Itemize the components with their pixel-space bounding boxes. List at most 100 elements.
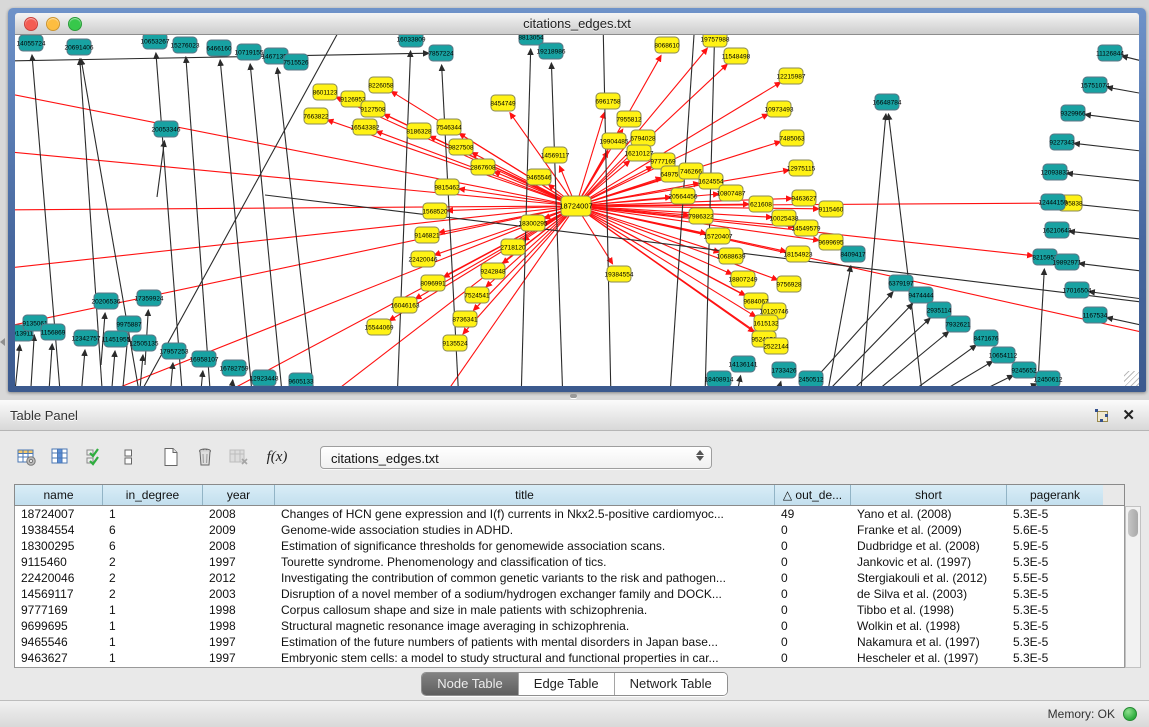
network-node[interactable]: 14569117	[541, 147, 570, 163]
network-node[interactable]: 8601123	[313, 84, 338, 100]
table-row[interactable]: 2242004622012Investigating the contribut…	[15, 570, 1124, 586]
table-cell[interactable]: 2008	[203, 506, 275, 522]
table-cell[interactable]: 1	[103, 506, 203, 522]
table-cell[interactable]: Structural magnetic resonance image aver…	[275, 618, 775, 634]
table-select-dropdown[interactable]: citations_edges.txt	[320, 446, 712, 469]
table-cell[interactable]: Disruption of a novel member of a sodium…	[275, 586, 775, 602]
table-cell[interactable]: 1998	[203, 618, 275, 634]
network-node[interactable]: 7955812	[616, 111, 642, 127]
network-node[interactable]: 17359924	[135, 290, 164, 306]
network-node[interactable]: 7546344	[436, 119, 462, 135]
network-node[interactable]: 8471676	[973, 330, 999, 346]
delete-column-button[interactable]	[192, 444, 218, 470]
table-cell[interactable]: 18724007	[15, 506, 103, 522]
table-cell[interactable]: Changes of HCN gene expression and I(f) …	[275, 506, 775, 522]
table-row[interactable]: 977716911998Corpus callosum shape and si…	[15, 602, 1124, 618]
network-node[interactable]: 14136141	[729, 356, 758, 372]
table-cell[interactable]: 5.9E-5	[1007, 538, 1103, 554]
network-node[interactable]: 16782759	[220, 360, 249, 376]
network-window-titlebar[interactable]: citations_edges.txt	[15, 13, 1139, 35]
close-panel-icon[interactable]: ✕	[1122, 409, 1135, 422]
network-node[interactable]: 10653267	[141, 35, 170, 49]
table-cell[interactable]: 1997	[203, 650, 275, 666]
table-cell[interactable]: 5.3E-5	[1007, 618, 1103, 634]
table-cell[interactable]: 5.3E-5	[1007, 586, 1103, 602]
table-cell[interactable]: 9699695	[15, 618, 103, 634]
network-node[interactable]: 18154923	[784, 246, 813, 262]
network-node[interactable]: 10654112	[989, 347, 1018, 363]
column-header-pagerank[interactable]: pagerank	[1007, 485, 1103, 505]
column-header-short[interactable]: short	[851, 485, 1007, 505]
table-cell[interactable]: 1	[103, 650, 203, 666]
table-cell[interactable]: 2	[103, 570, 203, 586]
network-node[interactable]: 16958107	[190, 351, 219, 367]
table-row[interactable]: 946362711997Embryonic stem cells: a mode…	[15, 650, 1124, 666]
table-cell[interactable]: 9115460	[15, 554, 103, 570]
table-row[interactable]: 969969511998Structural magnetic resonanc…	[15, 618, 1124, 634]
network-node[interactable]: 8226058	[368, 77, 394, 93]
network-node[interactable]: 11451955	[102, 331, 131, 347]
network-node[interactable]: 6794028	[630, 130, 656, 146]
network-node[interactable]: 9699695	[818, 234, 844, 250]
table-cell[interactable]: 19384554	[15, 522, 103, 538]
network-node[interactable]: 12975115	[787, 160, 816, 176]
tab-node-table[interactable]: Node Table	[422, 673, 518, 695]
table-cell[interactable]: 14569117	[15, 586, 103, 602]
table-cell[interactable]: 0	[775, 538, 851, 554]
network-node[interactable]: 7663822	[303, 108, 329, 124]
tab-network-table[interactable]: Network Table	[614, 673, 727, 695]
table-cell[interactable]: 9463627	[15, 650, 103, 666]
table-scrollbar[interactable]	[1125, 506, 1141, 668]
table-cell[interactable]: Yano et al. (2008)	[851, 506, 1007, 522]
network-node[interactable]: 9975887	[116, 316, 142, 332]
network-node[interactable]: 20206536	[92, 293, 121, 309]
network-node[interactable]: 18724007	[559, 196, 592, 216]
network-view[interactable]: 1872400776638228601123912695282260589127…	[15, 35, 1139, 386]
table-cell[interactable]: 6	[103, 538, 203, 554]
table-cell[interactable]: 2008	[203, 538, 275, 554]
network-node[interactable]: 9227343	[1049, 134, 1075, 150]
network-node[interactable]: 12923448	[250, 370, 279, 386]
network-node[interactable]: 9329966	[1060, 105, 1086, 121]
network-node[interactable]: 9756928	[776, 276, 802, 292]
network-node[interactable]: 7986322	[688, 208, 714, 224]
table-cell[interactable]: 0	[775, 554, 851, 570]
table-cell[interactable]: 0	[775, 634, 851, 650]
table-cell[interactable]: 2003	[203, 586, 275, 602]
network-node[interactable]: 12444159	[1039, 194, 1068, 210]
table-cell[interactable]: 0	[775, 570, 851, 586]
column-header-year[interactable]: year	[203, 485, 275, 505]
network-node[interactable]: 19757988	[701, 35, 730, 47]
network-node[interactable]: 10807487	[717, 185, 746, 201]
table-cell[interactable]: 9777169	[15, 602, 103, 618]
network-node[interactable]: 20053346	[152, 121, 181, 137]
network-node[interactable]: 12215987	[777, 68, 806, 84]
table-cell[interactable]: 5.3E-5	[1007, 554, 1103, 570]
network-node[interactable]: 15720407	[704, 228, 733, 244]
network-node[interactable]: 1156869	[41, 324, 66, 340]
window-resize-grip[interactable]	[1124, 371, 1139, 386]
table-cell[interactable]: 0	[775, 586, 851, 602]
table-cell[interactable]: 5.5E-5	[1007, 570, 1103, 586]
network-node[interactable]: 621608	[749, 196, 773, 212]
minimize-window-icon[interactable]	[46, 17, 60, 31]
table-cell[interactable]: 5.6E-5	[1007, 522, 1103, 538]
table-cell[interactable]: Nakamura et al. (1997)	[851, 634, 1007, 650]
table-cell[interactable]: 1997	[203, 634, 275, 650]
zoom-window-icon[interactable]	[68, 17, 82, 31]
table-cell[interactable]: Investigating the contribution of common…	[275, 570, 775, 586]
column-header-title[interactable]: title	[275, 485, 775, 505]
table-mode-button[interactable]	[14, 444, 40, 470]
table-cell[interactable]: 1	[103, 602, 203, 618]
table-cell[interactable]: Jankovic et al. (1997)	[851, 554, 1007, 570]
table-cell[interactable]: 6	[103, 522, 203, 538]
network-node[interactable]: 20564456	[669, 188, 698, 204]
network-node[interactable]: 9146821	[414, 227, 440, 243]
network-node[interactable]: 14055724	[17, 35, 46, 51]
table-cell[interactable]: 2	[103, 554, 203, 570]
table-row[interactable]: 946554611997Estimation of the future num…	[15, 634, 1124, 650]
table-row[interactable]: 1830029562008Estimation of significance …	[15, 538, 1124, 554]
network-node[interactable]: 9115460	[819, 201, 844, 217]
table-cell[interactable]: Stergiakouli et al. (2012)	[851, 570, 1007, 586]
table-row[interactable]: 1872400712008Changes of HCN gene express…	[15, 506, 1124, 522]
